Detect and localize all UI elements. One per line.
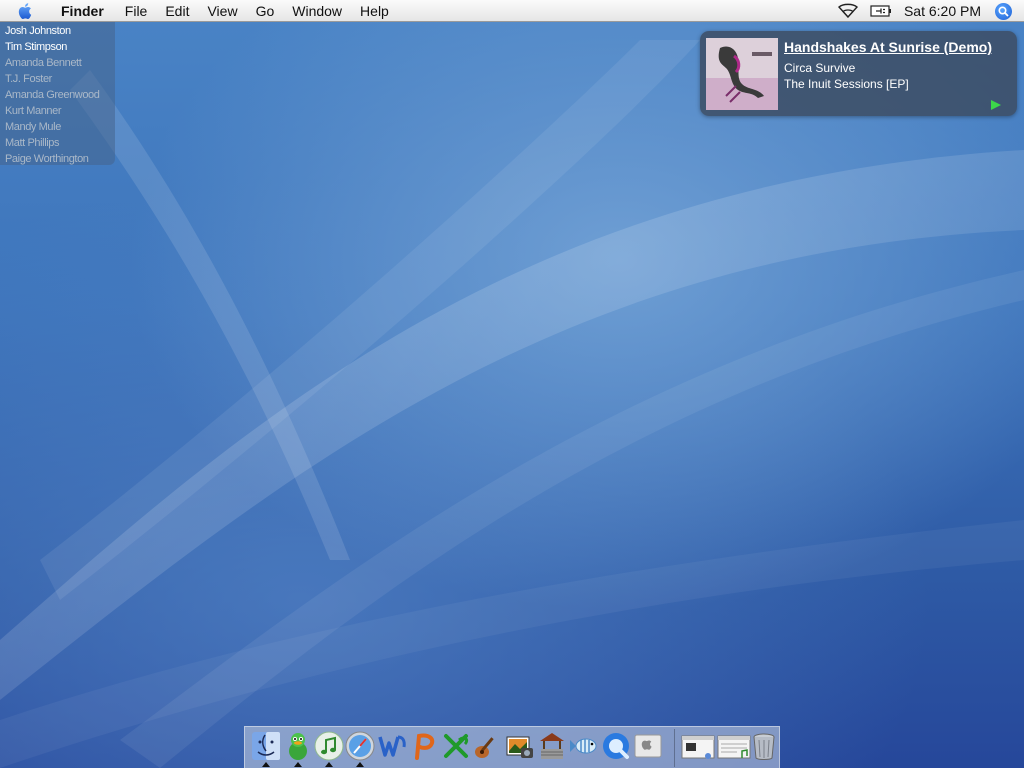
buddy-item[interactable]: Kurt Manner bbox=[0, 103, 115, 119]
apple-system-icon[interactable] bbox=[633, 731, 663, 761]
running-indicator bbox=[262, 762, 270, 767]
now-playing-album: The Inuit Sessions [EP] bbox=[784, 77, 909, 91]
buddy-item[interactable]: Tim Stimpson bbox=[0, 39, 115, 55]
menu-help[interactable]: Help bbox=[351, 0, 398, 22]
trash-icon[interactable] bbox=[749, 731, 779, 761]
menu-bar: Finder File Edit View Go Window Help Sat… bbox=[0, 0, 1024, 22]
music-document-icon[interactable] bbox=[717, 731, 751, 761]
running-indicator bbox=[356, 762, 364, 767]
now-playing-widget: Handshakes At Sunrise (Demo) Circa Survi… bbox=[700, 31, 1017, 116]
running-indicator bbox=[325, 762, 333, 767]
buddy-item[interactable]: Amanda Greenwood bbox=[0, 87, 115, 103]
finder-icon[interactable] bbox=[251, 731, 281, 761]
menubar-status-area: Sat 6:20 PM bbox=[837, 0, 1024, 22]
garageband-icon[interactable] bbox=[472, 731, 502, 761]
window-minimized-icon[interactable] bbox=[681, 731, 715, 761]
apple-icon[interactable] bbox=[18, 2, 36, 20]
menu-file[interactable]: File bbox=[116, 0, 157, 22]
now-playing-artist: Circa Survive bbox=[784, 61, 856, 75]
fish-icon[interactable] bbox=[569, 731, 599, 761]
adium-icon[interactable] bbox=[283, 731, 313, 761]
wifi-icon[interactable] bbox=[837, 3, 858, 19]
buddy-item[interactable]: Paige Worthington bbox=[0, 151, 115, 167]
wishing-well-icon[interactable] bbox=[537, 731, 567, 761]
now-playing-title[interactable]: Handshakes At Sunrise (Demo) bbox=[784, 39, 1012, 55]
spotlight-icon[interactable] bbox=[995, 2, 1012, 20]
powerpoint-icon[interactable] bbox=[409, 731, 439, 761]
running-indicator bbox=[294, 762, 302, 767]
menu-edit[interactable]: Edit bbox=[156, 0, 198, 22]
menu-view[interactable]: View bbox=[198, 0, 246, 22]
buddy-item[interactable]: Amanda Bennett bbox=[0, 55, 115, 71]
menubar-clock[interactable]: Sat 6:20 PM bbox=[904, 3, 981, 19]
quicktime-icon[interactable] bbox=[601, 731, 631, 761]
menu-window[interactable]: Window bbox=[283, 0, 351, 22]
dock bbox=[244, 726, 780, 768]
buddy-item[interactable]: Matt Phillips bbox=[0, 135, 115, 151]
safari-icon[interactable] bbox=[345, 731, 375, 761]
battery-icon[interactable] bbox=[870, 5, 892, 17]
buddy-item[interactable]: T.J. Foster bbox=[0, 71, 115, 87]
itunes-icon[interactable] bbox=[314, 731, 344, 761]
iphoto-icon[interactable] bbox=[505, 731, 535, 761]
menu-go[interactable]: Go bbox=[247, 0, 284, 22]
album-art bbox=[706, 38, 778, 110]
buddy-item[interactable]: Mandy Mule bbox=[0, 119, 115, 135]
play-icon[interactable] bbox=[990, 98, 1002, 116]
buddy-list: Josh Johnston Tim Stimpson Amanda Bennet… bbox=[0, 22, 115, 165]
menu-app-name[interactable]: Finder bbox=[52, 0, 116, 22]
excel-icon[interactable] bbox=[441, 731, 471, 761]
buddy-item[interactable]: Josh Johnston bbox=[0, 23, 115, 39]
dock-separator bbox=[674, 729, 675, 767]
word-icon[interactable] bbox=[377, 731, 407, 761]
